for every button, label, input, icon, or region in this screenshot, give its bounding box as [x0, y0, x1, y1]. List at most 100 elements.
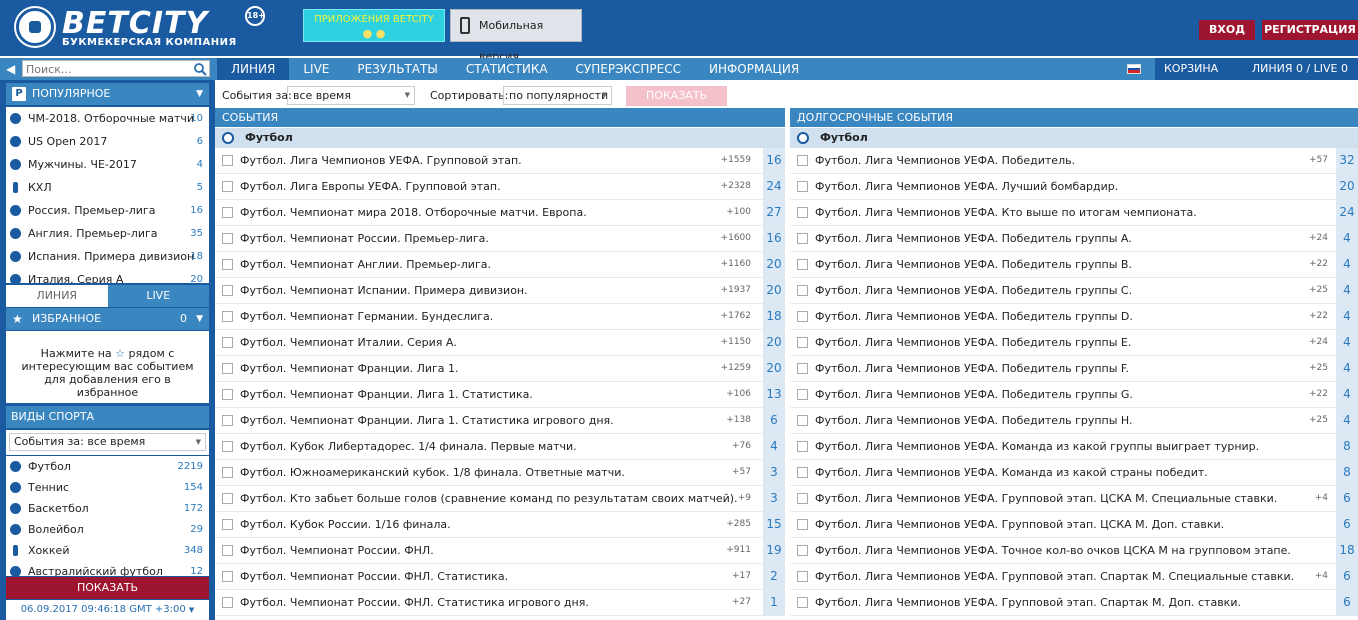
event-checkbox[interactable] [222, 311, 233, 322]
event-checkbox[interactable] [222, 519, 233, 530]
event-row[interactable]: Футбол. Лига Чемпионов УЕФА. Групповой э… [790, 486, 1358, 512]
event-count[interactable]: 24 [1336, 200, 1358, 225]
apps-button[interactable]: ПРИЛОЖЕНИЯ BETCITY ● ● [303, 9, 445, 42]
event-checkbox[interactable] [797, 467, 808, 478]
event-row[interactable]: Футбол. Кубок Либертадорес. 1/4 финала. … [215, 434, 785, 460]
event-checkbox[interactable] [797, 259, 808, 270]
event-checkbox[interactable] [222, 181, 233, 192]
event-count[interactable]: 6 [1336, 512, 1358, 537]
cart[interactable]: КОРЗИНА ЛИНИЯ 0 / LIVE 0 [1155, 58, 1358, 80]
event-count[interactable]: 20 [763, 356, 785, 381]
popular-item[interactable]: Испания. Примера дивизион 18 [6, 245, 209, 268]
popular-item[interactable]: ЧМ-2018. Отборочные матчи 10 [6, 107, 209, 130]
event-row[interactable]: Футбол. Лига Чемпионов УЕФА. Групповой э… [215, 148, 785, 174]
event-checkbox[interactable] [797, 571, 808, 582]
popular-item[interactable]: Англия. Премьер-лига 35 [6, 222, 209, 245]
period-select[interactable]: все время ▼ [287, 86, 415, 105]
event-checkbox[interactable] [797, 545, 808, 556]
event-count[interactable]: 20 [763, 330, 785, 355]
event-row[interactable]: Футбол. Лига Чемпионов УЕФА. Групповой э… [790, 564, 1358, 590]
show-button[interactable]: ПОКАЗАТЬ [626, 86, 727, 106]
logo[interactable]: BETCITY БУКМЕКЕРСКАЯ КОМПАНИЯ 18+ [16, 6, 266, 50]
event-count[interactable]: 3 [763, 486, 785, 511]
sport-item[interactable]: Волейбол 29 [6, 519, 209, 540]
event-count[interactable]: 24 [763, 174, 785, 199]
event-row[interactable]: Футбол. Чемпионат Франции. Лига 1. Стати… [215, 382, 785, 408]
event-row[interactable]: Футбол. Лига Чемпионов УЕФА. Победитель … [790, 330, 1358, 356]
event-count[interactable]: 4 [1336, 226, 1358, 251]
event-row[interactable]: Футбол. Чемпионат Франции. Лига 1. Стати… [215, 408, 785, 434]
back-arrow-icon[interactable]: ◀ [6, 62, 15, 76]
event-count[interactable]: 4 [1336, 356, 1358, 381]
event-row[interactable]: Футбол. Лига Чемпионов УЕФА. Победитель … [790, 408, 1358, 434]
event-row[interactable]: Футбол. Лига Чемпионов УЕФА. Победитель … [790, 382, 1358, 408]
event-row[interactable]: Футбол. Лига Чемпионов УЕФА. Победитель.… [790, 148, 1358, 174]
event-checkbox[interactable] [797, 311, 808, 322]
event-checkbox[interactable] [797, 233, 808, 244]
datetime[interactable]: 06.09.2017 09:46:18 GMT +3:00 ▼ [6, 600, 209, 620]
event-count[interactable]: 13 [763, 382, 785, 407]
event-row[interactable]: Футбол. Чемпионат Италии. Серия А. +1150 2… [215, 330, 785, 356]
sidebar-tab-line[interactable]: ЛИНИЯ [6, 285, 108, 307]
event-row[interactable]: Футбол. Лига Европы УЕФА. Групповой этап… [215, 174, 785, 200]
tab-line[interactable]: ЛИНИЯ [217, 58, 290, 80]
event-checkbox[interactable] [797, 597, 808, 608]
event-count[interactable]: 4 [763, 434, 785, 459]
tab-info[interactable]: ИНФОРМАЦИЯ [695, 58, 813, 80]
event-count[interactable]: 20 [763, 278, 785, 303]
sidebar-show-button[interactable]: ПОКАЗАТЬ [6, 577, 209, 599]
popular-item[interactable]: Мужчины. ЧЕ-2017 4 [6, 153, 209, 176]
event-checkbox[interactable] [222, 233, 233, 244]
event-checkbox[interactable] [797, 441, 808, 452]
popular-item[interactable]: Италия. Серия А 20 [6, 268, 209, 283]
event-count[interactable]: 16 [763, 226, 785, 251]
event-row[interactable]: Футбол. Южноамериканский кубок. 1/8 фина… [215, 460, 785, 486]
event-row[interactable]: Футбол. Лига Чемпионов УЕФА. Точное кол-… [790, 538, 1358, 564]
sport-item[interactable]: Футбол 2219 [6, 456, 209, 477]
event-row[interactable]: Футбол. Лига Чемпионов УЕФА. Победитель … [790, 278, 1358, 304]
event-checkbox[interactable] [222, 415, 233, 426]
event-row[interactable]: Футбол. Кубок России. 1/16 финала. +285 15 [215, 512, 785, 538]
event-count[interactable]: 15 [763, 512, 785, 537]
event-count[interactable]: 6 [1336, 590, 1358, 615]
event-row[interactable]: Футбол. Чемпионат Германии. Бундеслига. +… [215, 304, 785, 330]
sports-period-select[interactable]: События за: все время ▼ [9, 433, 206, 451]
event-count[interactable]: 4 [1336, 304, 1358, 329]
event-row[interactable]: Футбол. Чемпионат Франции. Лига 1. +1259 2… [215, 356, 785, 382]
event-count[interactable]: 2 [763, 564, 785, 589]
event-count[interactable]: 4 [1336, 330, 1358, 355]
favorites-header[interactable]: ★ ИЗБРАННОЕ 0 ▼ [6, 308, 209, 330]
russia-flag-icon[interactable] [1127, 64, 1141, 74]
event-row[interactable]: Футбол. Лига Чемпионов УЕФА. Групповой э… [790, 512, 1358, 538]
event-checkbox[interactable] [222, 545, 233, 556]
event-count[interactable]: 32 [1336, 148, 1358, 173]
sport-item[interactable]: Теннис 154 [6, 477, 209, 498]
event-checkbox[interactable] [222, 571, 233, 582]
event-count[interactable]: 4 [1336, 382, 1358, 407]
event-checkbox[interactable] [222, 337, 233, 348]
event-checkbox[interactable] [222, 207, 233, 218]
popular-item[interactable]: Россия. Премьер-лига 16 [6, 199, 209, 222]
event-count[interactable]: 19 [763, 538, 785, 563]
event-checkbox[interactable] [222, 363, 233, 374]
event-checkbox[interactable] [797, 207, 808, 218]
event-checkbox[interactable] [797, 519, 808, 530]
event-row[interactable]: Футбол. Лига Чемпионов УЕФА. Победитель … [790, 356, 1358, 382]
longterm-sport-header[interactable]: Футбол [790, 128, 1358, 148]
sport-item[interactable]: Баскетбол 172 [6, 498, 209, 519]
login-button[interactable]: ВХОД [1199, 20, 1255, 40]
event-checkbox[interactable] [222, 597, 233, 608]
event-count[interactable]: 8 [1336, 460, 1358, 485]
event-row[interactable]: Футбол. Лига Чемпионов УЕФА. Команда из … [790, 460, 1358, 486]
sidebar-tab-live[interactable]: LIVE [107, 285, 209, 307]
mobile-version-button[interactable]: Мобильная версия [450, 9, 582, 63]
event-count[interactable]: 20 [1336, 174, 1358, 199]
event-row[interactable]: Футбол. Чемпионат Англии. Премьер-лига. +… [215, 252, 785, 278]
tab-live[interactable]: LIVE [289, 58, 343, 80]
search-icon[interactable] [193, 62, 207, 76]
sort-select[interactable]: по популярности ▼ [503, 86, 612, 105]
search-input[interactable] [26, 62, 186, 76]
event-row[interactable]: Футбол. Лига Чемпионов УЕФА. Победитель … [790, 252, 1358, 278]
popular-item[interactable]: КХЛ 5 [6, 176, 209, 199]
event-row[interactable]: Футбол. Чемпионат мира 2018. Отборочные … [215, 200, 785, 226]
